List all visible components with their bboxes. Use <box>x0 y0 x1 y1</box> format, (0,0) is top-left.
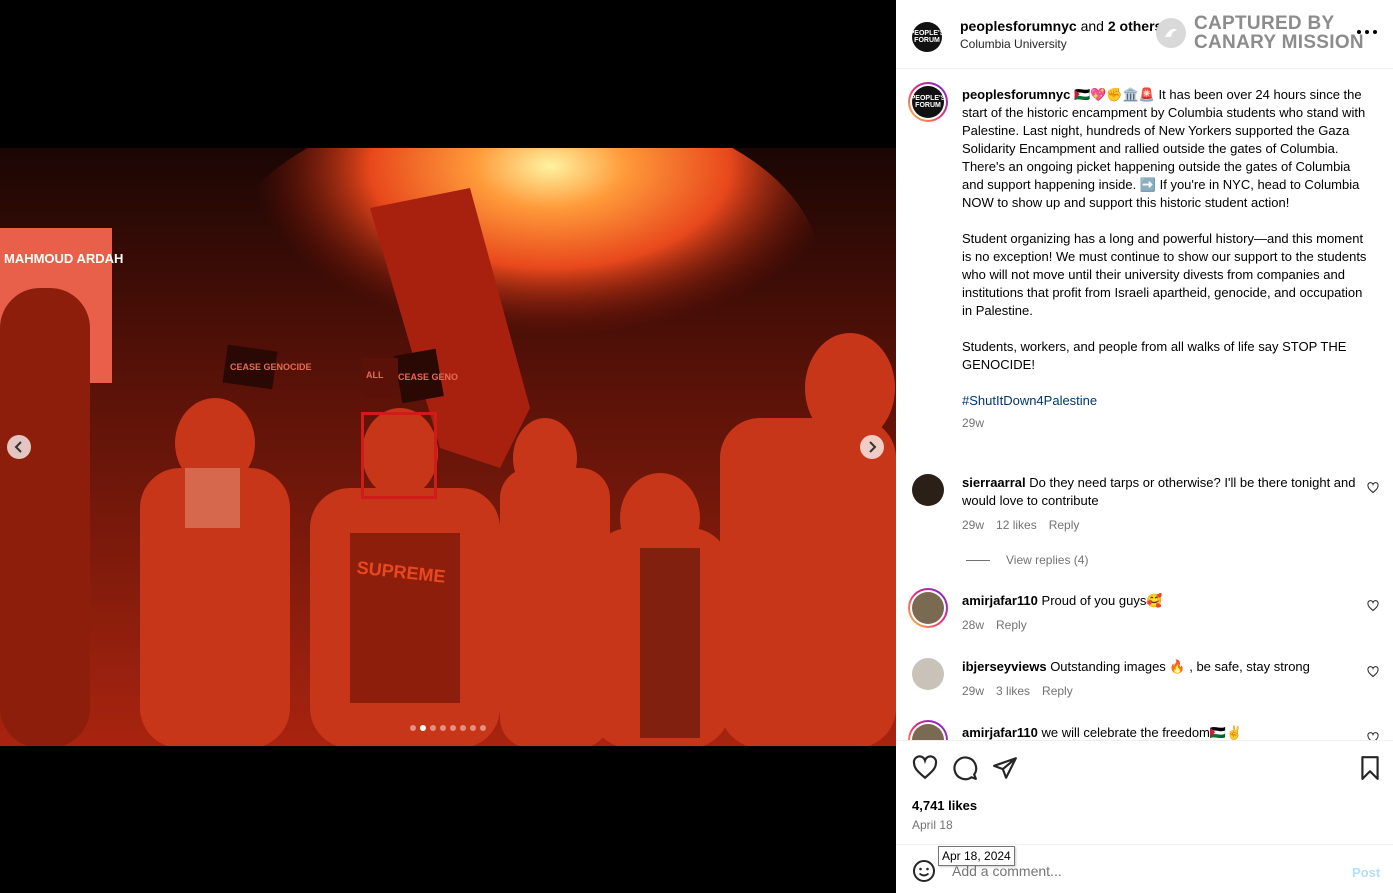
comment-body: ibjerseyviews Outstanding images 🔥 , be … <box>962 658 1362 676</box>
caption-paragraph-2: Student organizing has a long and powerf… <box>962 231 1367 318</box>
sign-text-3: CEASE GENO <box>398 372 458 382</box>
carousel-dots <box>0 725 896 731</box>
post-photo[interactable]: MAHMOUD ARDAH CEASE GENOCIDE CEASE GENO … <box>0 148 896 746</box>
comment-like-heart-icon[interactable] <box>1367 732 1379 740</box>
comment-reply-button[interactable]: Reply <box>1042 684 1073 698</box>
canary-watermark: CAPTURED BY CANARY MISSION <box>1156 14 1364 52</box>
caption-emoji: 🇵🇸💖✊🏛️🚨 <box>1073 87 1155 102</box>
comment-like-heart-icon[interactable] <box>1367 666 1379 678</box>
comment-meta: 29w 3 likes Reply <box>962 684 1073 698</box>
carousel-dot <box>430 725 436 731</box>
post-panel: PEOPLE'S FORUM peoplesforumnyc and 2 oth… <box>896 0 1393 893</box>
comment-meta: 29w 12 likes Reply <box>962 518 1079 532</box>
comment-text: Proud of you guys🥰 <box>1041 593 1163 608</box>
bookmark-icon[interactable] <box>1357 755 1383 781</box>
caption-avatar[interactable]: PEOPLE'S FORUM <box>912 86 944 118</box>
comment-icon[interactable] <box>952 755 978 781</box>
comment-username[interactable]: amirjafar110 <box>962 593 1038 608</box>
carousel-dot <box>470 725 476 731</box>
comment-likes[interactable]: 12 likes <box>996 518 1037 532</box>
more-options-icon[interactable] <box>1357 22 1377 42</box>
face-highlight-box <box>361 412 437 499</box>
author-avatar[interactable]: PEOPLE'S FORUM <box>912 22 942 52</box>
view-replies-label: View replies (4) <box>1006 553 1089 567</box>
collab-and: and <box>1080 18 1104 34</box>
avatar-text: PEOPLE'S FORUM <box>912 30 942 44</box>
post-caption: peoplesforumnyc 🇵🇸💖✊🏛️🚨 It has been over… <box>962 86 1372 432</box>
comment-username[interactable]: amirjafar110 <box>962 725 1038 740</box>
comment-age[interactable]: 29w <box>962 518 984 532</box>
sign-text-4: ALL <box>366 370 384 380</box>
comment-text: we will celebrate the freedom🇵🇸✌️ <box>1041 725 1243 740</box>
comment-likes[interactable]: 3 likes <box>996 684 1030 698</box>
caption-age[interactable]: 29w <box>962 414 1372 432</box>
caption-paragraph-1: It has been over 24 hours since the star… <box>962 87 1366 210</box>
comment-username[interactable]: sierraarral <box>962 475 1026 490</box>
commenter-avatar[interactable] <box>912 592 944 624</box>
comment-username[interactable]: ibjerseyviews <box>962 659 1047 674</box>
caption-avatar-text: PEOPLE'S FORUM <box>912 95 944 109</box>
location-link[interactable]: Columbia University <box>960 37 1067 51</box>
comment-like-heart-icon[interactable] <box>1367 482 1379 494</box>
commenter-avatar[interactable] <box>912 474 944 506</box>
comment-reply-button[interactable]: Reply <box>996 618 1027 632</box>
watermark-line-1: CAPTURED BY <box>1194 13 1335 34</box>
caption-hashtag[interactable]: #ShutItDown4Palestine <box>962 393 1097 408</box>
comment-body: sierraarral Do they need tarps or otherw… <box>962 474 1362 510</box>
sign-text-2: CEASE GENOCIDE <box>230 362 312 372</box>
caption-username[interactable]: peoplesforumnyc <box>962 87 1070 102</box>
comment-body: amirjafar110 we will celebrate the freed… <box>962 724 1362 740</box>
comment-text: Outstanding images 🔥 , be safe, stay str… <box>1050 659 1310 674</box>
canary-icon <box>1156 18 1186 48</box>
comment-reply-button[interactable]: Reply <box>1049 518 1080 532</box>
comment-body: amirjafar110 Proud of you guys🥰 <box>962 592 1362 610</box>
caption-paragraph-3: Students, workers, and people from all w… <box>962 339 1347 372</box>
comment-age[interactable]: 29w <box>962 684 984 698</box>
comment-like-heart-icon[interactable] <box>1367 600 1379 612</box>
date-tooltip: Apr 18, 2024 <box>938 846 1015 866</box>
share-icon[interactable] <box>992 755 1018 781</box>
header-author-line: peoplesforumnyc and 2 others <box>960 18 1162 34</box>
like-count[interactable]: 4,741 likes <box>912 798 977 813</box>
carousel-dot <box>480 725 486 731</box>
collab-others[interactable]: 2 others <box>1108 18 1162 34</box>
header-username[interactable]: peoplesforumnyc <box>960 18 1077 34</box>
media-pane: MAHMOUD ARDAH CEASE GENOCIDE CEASE GENO … <box>0 0 896 893</box>
comment-age[interactable]: 28w <box>962 618 984 632</box>
comment-meta: 28w Reply <box>962 618 1027 632</box>
chevron-right-icon <box>869 441 877 453</box>
carousel-dot <box>460 725 466 731</box>
sign-text-1: MAHMOUD ARDAH <box>4 251 123 266</box>
post-header: PEOPLE'S FORUM peoplesforumnyc and 2 oth… <box>896 0 1393 69</box>
previous-slide-button[interactable] <box>7 435 31 459</box>
post-comment-button[interactable]: Post <box>1352 865 1380 880</box>
carousel-dot <box>440 725 446 731</box>
view-replies-button[interactable]: View replies (4) <box>966 553 1088 567</box>
heart-icon[interactable] <box>912 755 938 781</box>
comments-scroll-area[interactable]: PEOPLE'S FORUM peoplesforumnyc 🇵🇸💖✊🏛️🚨 I… <box>896 70 1393 740</box>
commenter-avatar[interactable] <box>912 658 944 690</box>
post-date[interactable]: April 18 <box>912 818 953 832</box>
watermark-line-2: CANARY MISSION <box>1194 32 1364 53</box>
carousel-dot <box>410 725 416 731</box>
post-actions: 4,741 likes April 18 <box>896 740 1393 844</box>
emoji-icon[interactable] <box>912 859 936 883</box>
watermark-text: CAPTURED BY CANARY MISSION <box>1194 14 1364 52</box>
carousel-dot <box>420 725 426 731</box>
carousel-dot <box>450 725 456 731</box>
chevron-left-icon <box>14 441 22 453</box>
next-slide-button[interactable] <box>860 435 884 459</box>
